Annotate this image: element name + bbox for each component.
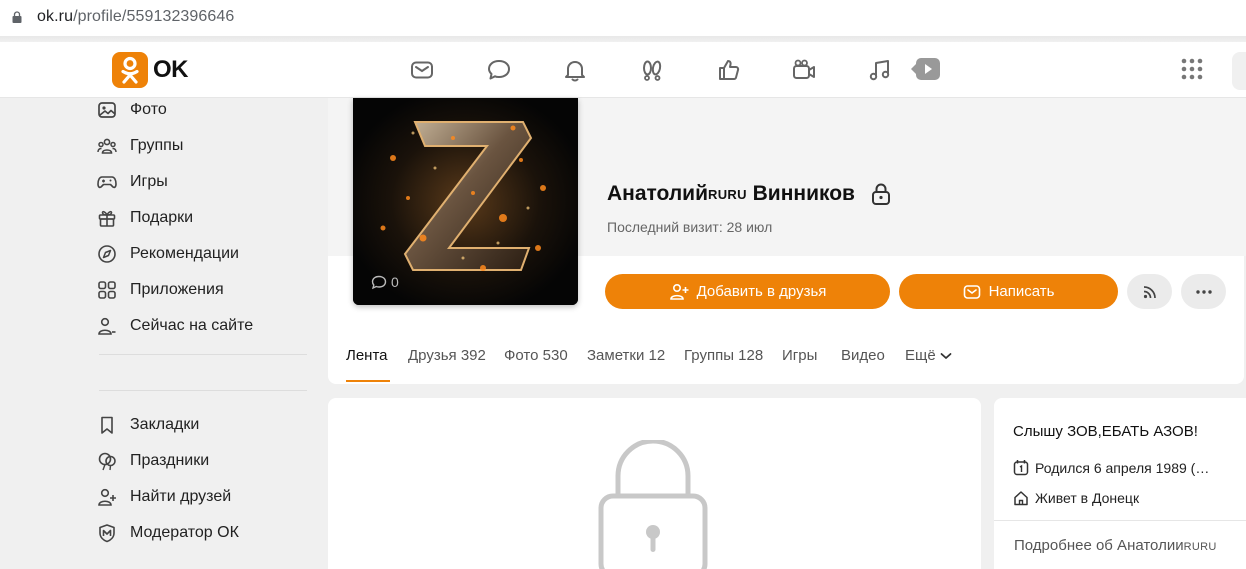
gift-icon [96, 207, 118, 229]
home-icon [1014, 491, 1028, 506]
url-host: ok.ru [37, 8, 74, 25]
ok-logo-icon [121, 56, 139, 84]
write-message-label: Написать [988, 283, 1055, 300]
add-user-icon [669, 283, 689, 300]
moderator-shield-icon [96, 522, 118, 544]
sidebar-item-groups[interactable]: Группы [96, 134, 183, 158]
about-divider [994, 520, 1246, 521]
sidebar-item-holidays[interactable]: Праздники [96, 449, 209, 473]
tab-more[interactable]: Ещё [905, 347, 952, 364]
sidebar-item-find-friends[interactable]: Найти друзей [96, 485, 231, 509]
mail-icon [963, 284, 980, 299]
more-about-suffix: RURU [1183, 541, 1217, 553]
sidebar-item-recommendations[interactable]: Рекомендации [96, 242, 239, 266]
balloon-icon [96, 450, 118, 472]
ok-logo[interactable]: OK [112, 52, 189, 88]
profile-name-first: Анатолий [607, 182, 709, 205]
avatar-comment-count[interactable]: 0 [371, 274, 399, 290]
top-header: OK [0, 42, 1246, 98]
sidebar-item-label: Фото [130, 101, 167, 118]
sidebar-item-label: Модератор ОК [130, 524, 239, 541]
tab-friends[interactable]: Друзья 392 [408, 347, 486, 364]
groups-icon [96, 135, 118, 157]
sidebar-item-label: Рекомендации [130, 245, 239, 262]
gamepad-icon [96, 171, 118, 193]
tab-photos[interactable]: Фото 530 [504, 347, 568, 364]
more-dots-icon [1195, 289, 1212, 294]
chevron-down-icon [940, 353, 952, 359]
camera-icon[interactable] [790, 56, 818, 84]
comment-icon [371, 275, 387, 289]
sidebar-divider [99, 390, 307, 391]
profile-name: Анатолий RURU Винников [607, 182, 891, 206]
add-friend-button[interactable]: Добавить в друзья [605, 274, 890, 309]
location-row: Живет в Донецк [1013, 490, 1139, 506]
url-path: /profile/559132396646 [73, 8, 235, 25]
birthday-row: Родился 6 апреля 1989 (… [1013, 459, 1209, 476]
sidebar-item-label: Игры [130, 173, 168, 190]
sidebar-item-moderator[interactable]: Модератор ОК [96, 521, 239, 545]
private-lock-icon [871, 183, 890, 205]
rss-icon [1143, 285, 1156, 298]
birthday-text: Родился 6 апреля 1989 (… [1035, 459, 1210, 476]
sidebar-item-photo[interactable]: Фото [96, 98, 167, 122]
add-friend-label: Добавить в друзья [696, 283, 827, 300]
tab-games[interactable]: Игры [782, 347, 817, 364]
more-about-link[interactable]: Подробнее об АнатолииRURU [1014, 537, 1217, 554]
online-user-icon [96, 315, 118, 337]
sidebar-item-label: Группы [130, 137, 184, 154]
like-icon[interactable] [715, 56, 743, 84]
write-message-button[interactable]: Написать [899, 274, 1118, 309]
bookmark-icon [96, 414, 118, 436]
sidebar-item-label: Приложения [130, 281, 224, 298]
tab-feed[interactable]: Лента [346, 347, 388, 364]
sidebar-divider [99, 354, 307, 355]
calendar-icon [1013, 460, 1029, 476]
sidebar-item-online[interactable]: Сейчас на сайте [96, 314, 253, 338]
sidebar-item-label: Подарки [130, 209, 194, 226]
add-user-icon [96, 486, 118, 508]
browser-address-bar[interactable]: ok.ru/profile/559132396646 [0, 0, 1246, 42]
photo-icon [96, 99, 118, 121]
tab-notes[interactable]: Заметки 12 [587, 347, 665, 364]
chat-icon[interactable] [485, 56, 513, 84]
private-profile-lock-icon [598, 440, 708, 569]
compass-icon [96, 243, 118, 265]
sidebar-item-label: Найти друзей [130, 488, 232, 505]
avatar[interactable]: 0 [353, 98, 578, 305]
tab-video[interactable]: Видео [841, 347, 885, 364]
url-text[interactable]: ok.ru/profile/559132396646 [37, 8, 234, 26]
location-text: Живет в Донецк [1035, 490, 1140, 506]
video-icon[interactable] [910, 57, 940, 81]
more-actions-button[interactable] [1181, 274, 1226, 309]
profile-status: Слышу ЗОВ,ЕБАТЬ АЗОВ! [1013, 423, 1198, 440]
profile-name-suffix: RURU [708, 186, 747, 202]
avatar-comment-count-text: 0 [391, 274, 399, 290]
music-icon[interactable] [866, 56, 894, 84]
lock-icon [12, 11, 22, 23]
guests-icon[interactable] [638, 56, 666, 84]
sidebar-item-games[interactable]: Игры [96, 170, 168, 194]
profile-name-last: Винников [752, 182, 855, 205]
sidebar-item-label: Праздники [130, 452, 210, 469]
mail-icon[interactable] [408, 56, 436, 84]
user-menu-button[interactable] [1232, 52, 1246, 90]
more-about-prefix: Подробнее об Анатолии [1014, 537, 1184, 554]
tab-more-label: Ещё [905, 347, 936, 364]
last-visit: Последний визит: 28 июл [607, 219, 773, 235]
tab-groups[interactable]: Группы 128 [684, 347, 763, 364]
sidebar-item-gifts[interactable]: Подарки [96, 206, 193, 230]
ok-logo-badge [112, 52, 148, 88]
sidebar-item-label: Закладки [130, 416, 200, 433]
active-tab-indicator [346, 380, 390, 382]
ok-logo-text: OK [153, 56, 189, 83]
sidebar-item-apps[interactable]: Приложения [96, 278, 224, 302]
bell-icon[interactable] [561, 56, 589, 84]
apps-grid-icon[interactable] [1181, 58, 1203, 80]
sidebar-item-label: Сейчас на сайте [130, 317, 254, 334]
sidebar-item-bookmarks[interactable]: Закладки [96, 413, 199, 437]
subscribe-button[interactable] [1127, 274, 1172, 309]
apps-icon [96, 279, 118, 301]
